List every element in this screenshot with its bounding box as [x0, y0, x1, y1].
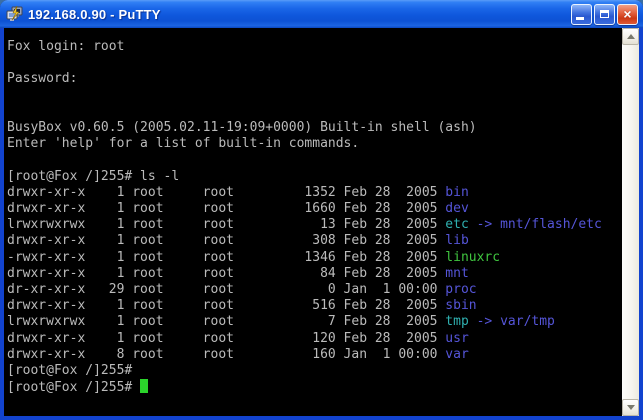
terminal-line: Password:: [7, 71, 622, 87]
window-controls: ×: [571, 4, 638, 25]
terminal-line: drwxr-xr-x 1 root root 84 Feb 28 2005 mn…: [7, 266, 622, 282]
scroll-down-button[interactable]: [622, 399, 639, 416]
terminal-line: drwxr-xr-x 8 root root 160 Jan 1 00:00 v…: [7, 347, 622, 363]
terminal-screen[interactable]: Fox login: root Password: BusyBox v0.60.…: [4, 28, 622, 416]
close-icon: ×: [623, 7, 631, 21]
scroll-down-icon: [627, 405, 635, 410]
terminal-line: [root@Fox /]255#: [7, 363, 622, 379]
putty-window: 192.168.0.90 - PuTTY × Fox login: root P…: [0, 0, 643, 420]
terminal-line: [7, 88, 622, 104]
scroll-up-icon: [627, 34, 635, 39]
terminal-cursor: [140, 379, 148, 393]
scrollbar[interactable]: [622, 28, 639, 416]
maximize-icon: [600, 10, 609, 18]
minimize-button[interactable]: [571, 4, 592, 25]
window-title: 192.168.0.90 - PuTTY: [28, 7, 571, 22]
terminal-line: [7, 55, 622, 71]
minimize-icon: [576, 17, 584, 20]
terminal-line: drwxr-xr-x 1 root root 1660 Feb 28 2005 …: [7, 201, 622, 217]
terminal-line: drwxr-xr-x 1 root root 1352 Feb 28 2005 …: [7, 185, 622, 201]
maximize-button[interactable]: [594, 4, 615, 25]
terminal-line: drwxr-xr-x 1 root root 308 Feb 28 2005 l…: [7, 233, 622, 249]
terminal-line: [root@Fox /]255# ls -l: [7, 169, 622, 185]
scroll-up-button[interactable]: [622, 28, 639, 45]
scrollbar-track[interactable]: [622, 45, 639, 399]
titlebar[interactable]: 192.168.0.90 - PuTTY ×: [0, 0, 643, 28]
terminal-line: [root@Fox /]255#: [7, 379, 622, 396]
window-body: Fox login: root Password: BusyBox v0.60.…: [0, 28, 643, 420]
terminal-line: -rwxr-xr-x 1 root root 1346 Feb 28 2005 …: [7, 250, 622, 266]
terminal-line: Enter 'help' for a list of built-in comm…: [7, 136, 622, 152]
terminal-line: drwxr-xr-x 1 root root 516 Feb 28 2005 s…: [7, 298, 622, 314]
terminal-line: dr-xr-xr-x 29 root root 0 Jan 1 00:00 pr…: [7, 282, 622, 298]
terminal-output: Fox login: root Password: BusyBox v0.60.…: [7, 39, 622, 396]
terminal-line: lrwxrwxrwx 1 root root 7 Feb 28 2005 tmp…: [7, 314, 622, 330]
terminal-line: Fox login: root: [7, 39, 622, 55]
terminal-line: drwxr-xr-x 1 root root 120 Feb 28 2005 u…: [7, 331, 622, 347]
terminal-line: [7, 104, 622, 120]
close-button[interactable]: ×: [617, 4, 638, 25]
terminal-line: BusyBox v0.60.5 (2005.02.11-19:09+0000) …: [7, 120, 622, 136]
putty-app-icon: [6, 5, 24, 23]
terminal-line: lrwxrwxrwx 1 root root 13 Feb 28 2005 et…: [7, 217, 622, 233]
terminal-line: [7, 152, 622, 168]
